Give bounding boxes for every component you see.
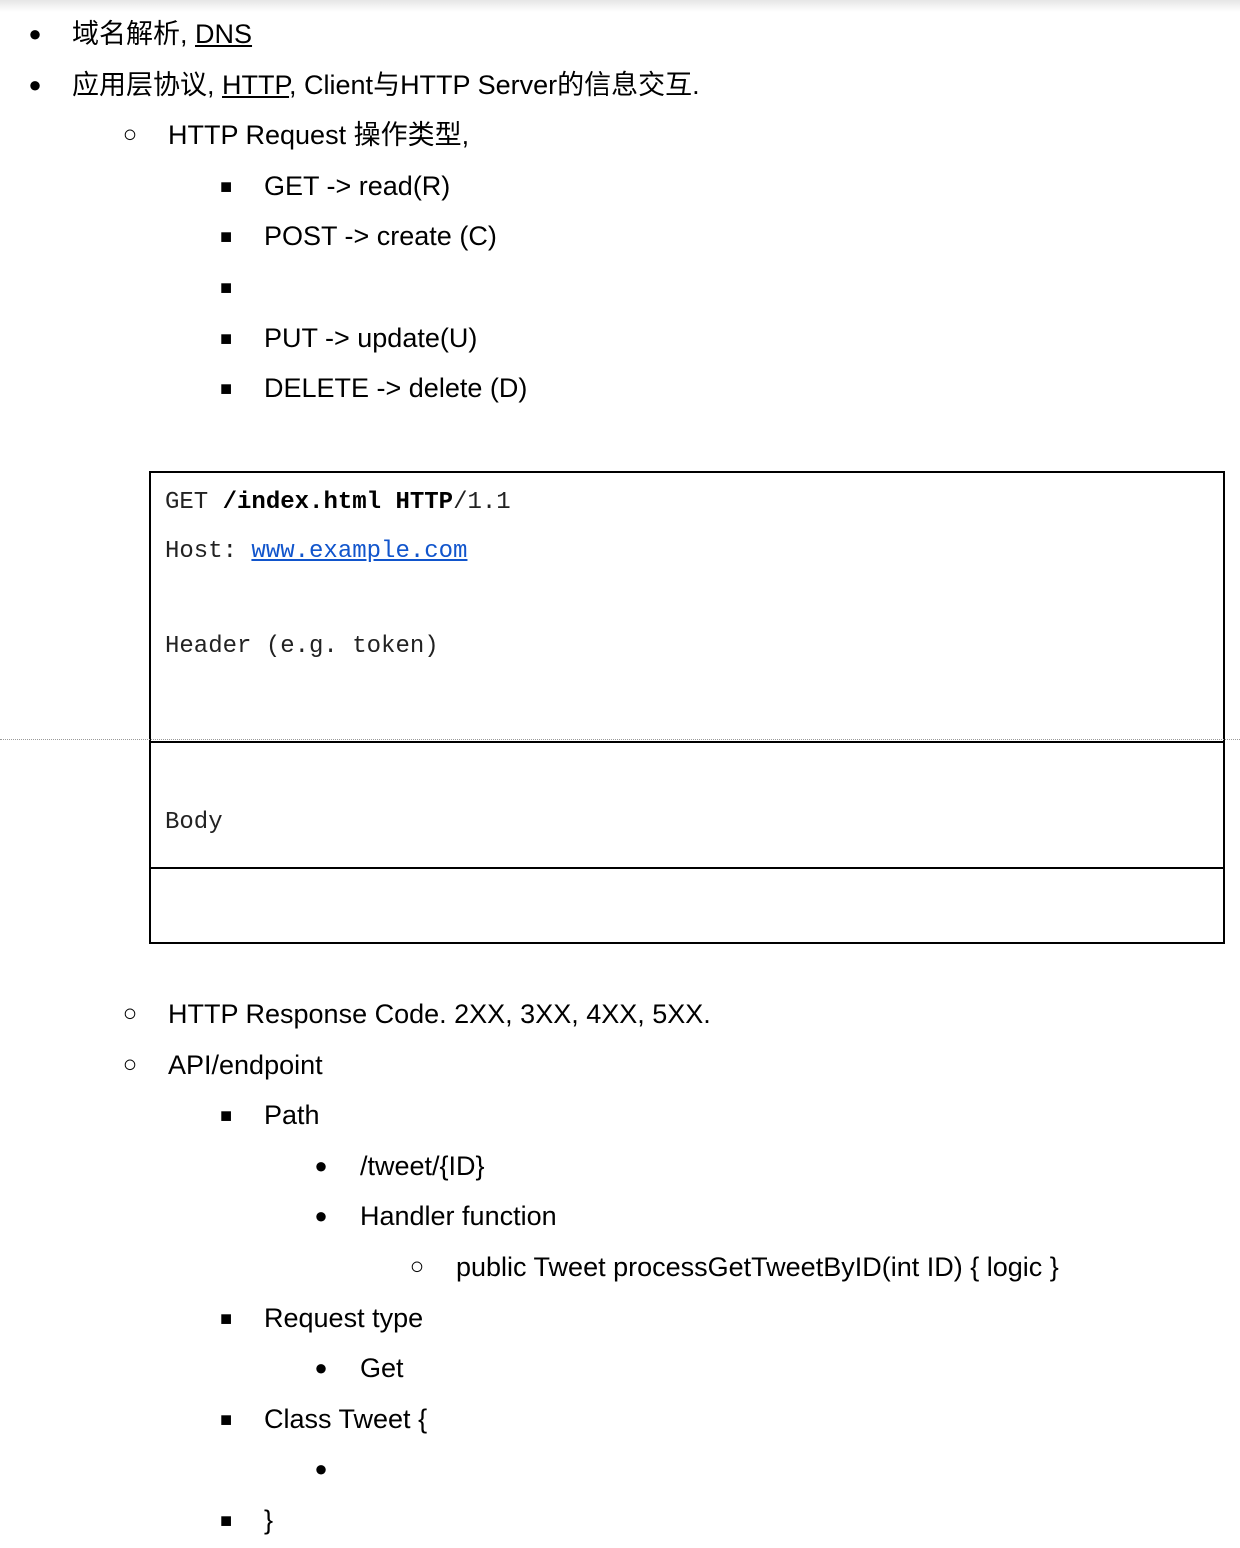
text-run: DELETE -> delete (D): [264, 373, 528, 404]
http-request-table: GET /index.html HTTP/1.1 Host: www.examp…: [149, 471, 1225, 944]
disc-bullet-icon: [306, 1196, 336, 1236]
disc-bullet-icon: [306, 1449, 336, 1489]
circle-bullet-icon: [115, 1045, 145, 1085]
header-note: Header (e.g. token): [165, 633, 439, 660]
disc-bullet-icon: [306, 1146, 336, 1186]
text-run: HTTP Request 操作类型,: [168, 120, 470, 151]
text-run: public Tweet processGetTweetByID(int ID)…: [456, 1252, 1059, 1282]
text-run: }: [264, 1505, 274, 1535]
text-run: Class Tweet {: [264, 1403, 428, 1434]
square-bullet-icon: [211, 1399, 241, 1440]
text-run: Path: [264, 1100, 320, 1131]
text-run: HTTP Response Code. 2XX, 3XX, 4XX, 5XX.: [168, 999, 711, 1029]
protocol-version: /1.1: [453, 489, 511, 516]
list-item-text: POST -> create (C): [264, 216, 497, 256]
host-label: Host:: [165, 538, 252, 565]
text-run: 应用层协议,: [72, 69, 223, 100]
list-item-text: Handler function: [360, 1196, 557, 1236]
disc-bullet-icon: [20, 65, 50, 105]
disc-bullet-icon: [306, 1348, 336, 1388]
circle-bullet-icon: [402, 1247, 432, 1287]
body-cell[interactable]: Body: [151, 741, 1223, 870]
text-run: API/endpoint: [168, 1049, 323, 1080]
protocol-name: HTTP: [395, 489, 454, 516]
list-item-text: Get: [360, 1348, 404, 1388]
text-run: 域名解析,: [72, 19, 196, 49]
document-top-shadow: [0, 0, 1240, 12]
list-item-text: GET -> read(R): [264, 166, 450, 206]
list-item-text: DELETE -> delete (D): [264, 368, 527, 408]
list-item-text: HTTP Request 操作类型,: [168, 115, 469, 155]
text-run: /tweet/{ID}: [360, 1150, 485, 1181]
circle-bullet-icon: [115, 115, 145, 155]
square-bullet-icon: [211, 267, 241, 308]
list-item-text: Request type: [264, 1298, 423, 1338]
square-bullet-icon: [211, 368, 241, 409]
list-item-text: HTTP Response Code. 2XX, 3XX, 4XX, 5XX.: [168, 994, 711, 1034]
inline-link[interactable]: HTTP: [222, 70, 289, 100]
square-bullet-icon: [211, 318, 241, 359]
request-line-cell[interactable]: GET /index.html HTTP/1.1 Host: www.examp…: [151, 473, 1223, 741]
list-item-text: public Tweet processGetTweetByID(int ID)…: [456, 1247, 1059, 1287]
list-item-text: 应用层协议, HTTP, Client与HTTP Server的信息交互.: [72, 65, 700, 105]
square-bullet-icon: [211, 1500, 241, 1541]
inline-link[interactable]: DNS: [195, 19, 252, 49]
square-bullet-icon: [211, 1095, 241, 1136]
empty-cell[interactable]: [151, 867, 1223, 946]
square-bullet-icon: [211, 166, 241, 207]
text-run: POST -> create (C): [264, 221, 497, 252]
text-run: GET -> read(R): [264, 170, 451, 201]
page-break-line: [0, 739, 1240, 740]
request-line: GET /index.html HTTP/1.1: [165, 488, 511, 518]
circle-bullet-icon: [115, 994, 145, 1034]
host-line: Host: www.example.com: [165, 537, 467, 567]
http-method: GET: [165, 489, 209, 516]
list-item-text: Class Tweet {: [264, 1399, 427, 1439]
request-path: /index.html: [222, 489, 382, 516]
list-item-text: /tweet/{ID}: [360, 1146, 485, 1186]
list-item-text: Path: [264, 1095, 320, 1135]
square-bullet-icon: [211, 1298, 241, 1339]
disc-bullet-icon: [20, 14, 50, 54]
body-note: Body: [165, 809, 223, 836]
square-bullet-icon: [211, 216, 241, 257]
text-run: Request type: [264, 1302, 424, 1333]
text-run: Handler function: [360, 1201, 557, 1232]
text-run: PUT -> update(U): [264, 322, 478, 353]
list-item-text: 域名解析, DNS: [72, 14, 252, 54]
text-run: , Client与HTTP Server的信息交互.: [289, 69, 700, 100]
text-run: Get: [360, 1353, 404, 1384]
host-url-link[interactable]: www.example.com: [251, 538, 467, 565]
list-item-text: PUT -> update(U): [264, 318, 477, 358]
list-item-text: API/endpoint: [168, 1045, 323, 1085]
list-item-text: }: [264, 1500, 273, 1540]
